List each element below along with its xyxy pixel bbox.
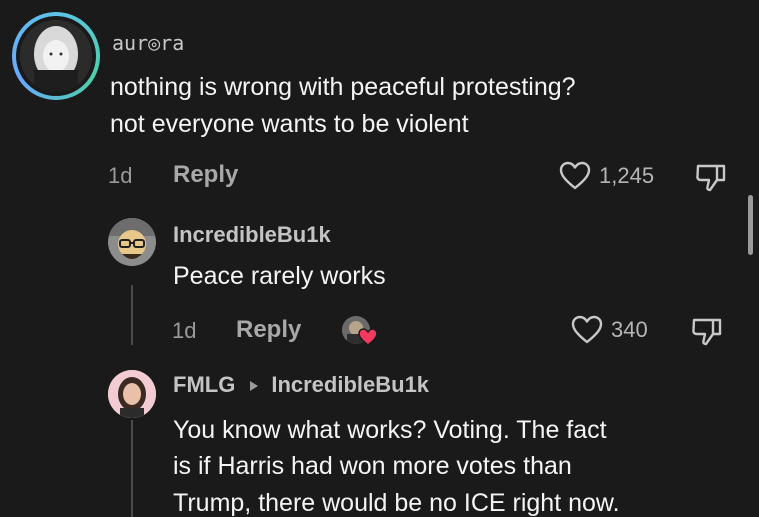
comment-incrediblebu1k: IncredibleBu1k Peace rarely works 1d Rep… xyxy=(0,200,759,360)
heart-outline-icon xyxy=(571,315,603,345)
avatar[interactable] xyxy=(108,370,156,418)
thumbs-down-outline-icon[interactable] xyxy=(693,161,729,193)
reply-header: FMLG IncredibleBu1k xyxy=(173,372,429,398)
timestamp: 1d xyxy=(172,318,197,343)
like-button[interactable]: 340 xyxy=(571,314,648,346)
heart-outline-icon xyxy=(559,161,591,191)
avatar-ring[interactable] xyxy=(12,12,100,100)
thumbs-down-outline-icon[interactable] xyxy=(689,315,725,347)
timestamp: 1d xyxy=(108,163,133,188)
comment-text-line-1: You know what works? Voting. The fact xyxy=(173,416,607,444)
comment-aurora: aur◎ra nothing is wrong with peaceful pr… xyxy=(0,0,759,200)
avatar xyxy=(20,20,92,92)
username[interactable]: IncredibleBu1k xyxy=(173,222,331,248)
comment-text-line-2: not everyone wants to be violent xyxy=(110,110,469,138)
reply-to-username[interactable]: IncredibleBu1k xyxy=(271,372,429,398)
username[interactable]: FMLG xyxy=(173,372,235,398)
reply-button[interactable]: Reply xyxy=(236,316,301,344)
username[interactable]: aur◎ra xyxy=(112,31,184,55)
like-button[interactable]: 1,245 xyxy=(559,160,654,192)
comment-text: Peace rarely works xyxy=(173,262,386,290)
heart-filled-icon xyxy=(358,328,378,346)
like-count: 1,245 xyxy=(599,163,655,188)
play-triangle-icon xyxy=(249,379,259,391)
comment-text-line-1: nothing is wrong with peaceful protestin… xyxy=(110,73,576,101)
comment-fmlg: FMLG IncredibleBu1k You know what works?… xyxy=(0,360,759,517)
comment-text-line-2: is if Harris had won more votes than xyxy=(173,452,572,480)
reply-button[interactable]: Reply xyxy=(173,161,238,189)
like-count: 340 xyxy=(611,317,648,342)
avatar[interactable] xyxy=(108,218,156,266)
comment-text-line-3: Trump, there would be no ICE right now. xyxy=(173,489,620,517)
creator-liked-badge xyxy=(342,314,380,348)
